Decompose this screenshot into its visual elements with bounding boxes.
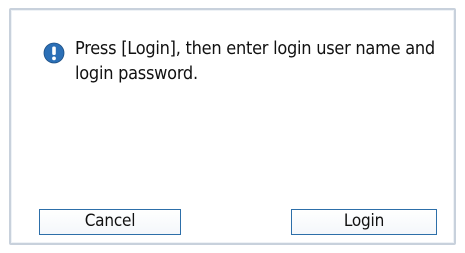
message-text: Press [Login], then enter login user nam… <box>75 38 435 84</box>
cancel-button[interactable]: Cancel <box>39 209 181 235</box>
dialog-message: Press [Login], then enter login user nam… <box>43 36 438 96</box>
login-button[interactable]: Login <box>291 209 437 235</box>
alert-icon <box>43 42 65 64</box>
screen: Press [Login], then enter login user nam… <box>0 0 465 253</box>
